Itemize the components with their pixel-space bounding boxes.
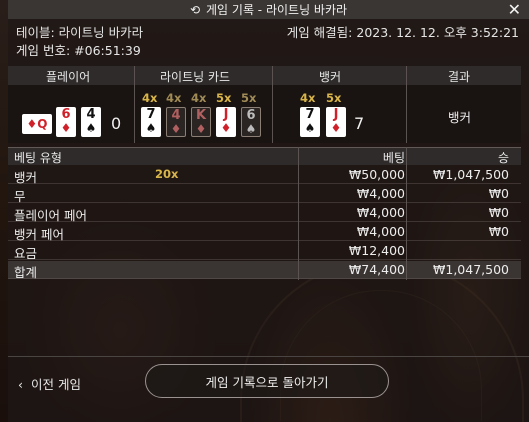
lightning-header: 라이트닝 카드 — [160, 70, 231, 84]
bet-amount-header: 베팅 — [382, 151, 405, 165]
resolved-time: 게임 해결됨: 2023. 12. 12. 오후 3:52:21 — [286, 25, 519, 40]
banker-header: 뱅커 — [319, 70, 342, 84]
total-win: ₩1,047,500 — [433, 262, 509, 277]
player-card: 4 ♠ — [81, 107, 101, 137]
table-row: 뱅커 20x ₩50,000 ₩1,047,500 — [8, 166, 521, 185]
divider — [406, 66, 407, 143]
bet-type-header: 베팅 유형 — [14, 151, 62, 165]
window-title: 게임 기록 - 라이트닝 바카라 — [206, 3, 348, 17]
bet-amount: ₩4,000 — [356, 205, 405, 220]
banker-score: 7 — [354, 114, 365, 133]
bet-name: 뱅커 — [14, 170, 38, 185]
prev-game-label: 이전 게임 — [31, 377, 81, 392]
title-bar: ⟲ 게임 기록 - 라이트닝 바카라 — [8, 0, 529, 19]
table-row: 무 ₩4,000 ₩0 — [8, 185, 521, 204]
card-suit: ♠ — [304, 121, 316, 135]
lightning-card: J ♦ — [216, 107, 236, 137]
card-suit: ♠ — [145, 121, 157, 135]
lightning-multiplier: 5x — [216, 91, 232, 105]
card-suit: ♦ — [60, 121, 72, 135]
win-amount: ₩0 — [488, 186, 509, 201]
banker-card: J ♦ — [326, 107, 346, 137]
divider — [298, 147, 299, 280]
bet-multiplier: 20x — [155, 167, 179, 181]
card-suit: ♦ — [330, 121, 342, 135]
divider — [272, 66, 273, 143]
lightning-card: 4 ♦ — [166, 107, 186, 137]
footer-divider — [8, 356, 529, 357]
results-header: 플레이어 라이트닝 카드 뱅커 결과 — [8, 66, 521, 85]
win-amount: ₩0 — [488, 224, 509, 239]
back-button-label: 게임 기록으로 돌아가기 — [205, 374, 329, 390]
chevron-left-icon: ‹ — [18, 377, 23, 392]
banker-multiplier: 4x — [300, 91, 316, 105]
card-suit: ♦ — [170, 122, 182, 136]
bet-amount: ₩4,000 — [356, 224, 405, 239]
win-amount: ₩1,047,500 — [433, 167, 509, 182]
divider — [134, 66, 135, 143]
banker-card: 7 ♠ — [300, 107, 320, 137]
table-row: 플레이어 페어 ₩4,000 ₩0 — [8, 204, 521, 223]
card-rank: 6 — [246, 108, 256, 123]
game-number: 게임 번호: #06:51:39 — [16, 43, 141, 58]
back-to-history-button[interactable]: 게임 기록으로 돌아가기 — [145, 364, 389, 398]
player-third-card: ♦ Q — [22, 114, 52, 134]
history-icon: ⟲ — [189, 2, 201, 17]
bets-header: 베팅 유형 베팅 승 — [8, 147, 521, 165]
card-suit: ♦ — [220, 121, 232, 135]
card-suit: ♠ — [85, 121, 97, 135]
result-header: 결과 — [448, 70, 471, 84]
table-row: 뱅커 페어 ₩4,000 ₩0 — [8, 223, 521, 242]
divider — [406, 147, 407, 280]
game-meta: 테이블: 라이트닝 바카라 게임 번호: #06:51:39 — [16, 24, 143, 60]
bet-amount: ₩50,000 — [348, 167, 405, 182]
card-suit: ♦ — [26, 117, 38, 131]
player-header: 플레이어 — [46, 70, 91, 84]
lightning-multiplier: 4x — [142, 91, 158, 105]
close-icon[interactable]: ✕ — [508, 0, 521, 19]
total-label: 합계 — [14, 265, 38, 280]
card-rank: J — [223, 107, 229, 122]
bet-amount: ₩4,000 — [356, 186, 405, 201]
table-label: 테이블: 라이트닝 바카라 — [16, 25, 144, 40]
card-rank: 7 — [146, 107, 156, 122]
total-row: 합계 ₩74,400 ₩1,047,500 — [8, 261, 521, 280]
lightning-multiplier: 4x — [191, 91, 207, 105]
bet-name: 뱅커 페어 — [14, 227, 64, 242]
bet-name: 플레이어 페어 — [14, 208, 87, 223]
total-bet: ₩74,400 — [348, 262, 405, 277]
lightning-card: 7 ♠ — [141, 107, 161, 137]
player-score: 0 — [111, 114, 122, 133]
card-rank: J — [333, 107, 339, 122]
lightning-multiplier: 5x — [241, 91, 257, 105]
bet-name: 요금 — [14, 246, 38, 261]
win-amount: ₩0 — [488, 205, 509, 220]
win-amount-header: 승 — [497, 151, 509, 165]
outcome-label: 뱅커 — [448, 110, 472, 125]
table-row: 요금 ₩12,400 — [8, 242, 521, 261]
prev-game-link[interactable]: ‹ 이전 게임 — [18, 374, 81, 393]
lightning-card: K ♦ — [191, 107, 211, 137]
bet-name: 무 — [14, 189, 26, 204]
lightning-card: 6 ♠ — [241, 107, 261, 137]
card-rank: K — [195, 108, 207, 123]
card-rank: 4 — [86, 107, 96, 122]
card-rank: 4 — [171, 108, 181, 123]
card-suit: ♠ — [245, 122, 257, 136]
bet-amount: ₩12,400 — [348, 243, 405, 258]
card-rank: Q — [37, 117, 48, 131]
card-rank: 6 — [61, 107, 71, 122]
card-rank: 7 — [305, 107, 315, 122]
card-suit: ♦ — [195, 122, 207, 136]
player-card: 6 ♦ — [56, 107, 76, 137]
banker-multiplier: 5x — [326, 91, 342, 105]
lightning-multiplier: 4x — [166, 91, 182, 105]
